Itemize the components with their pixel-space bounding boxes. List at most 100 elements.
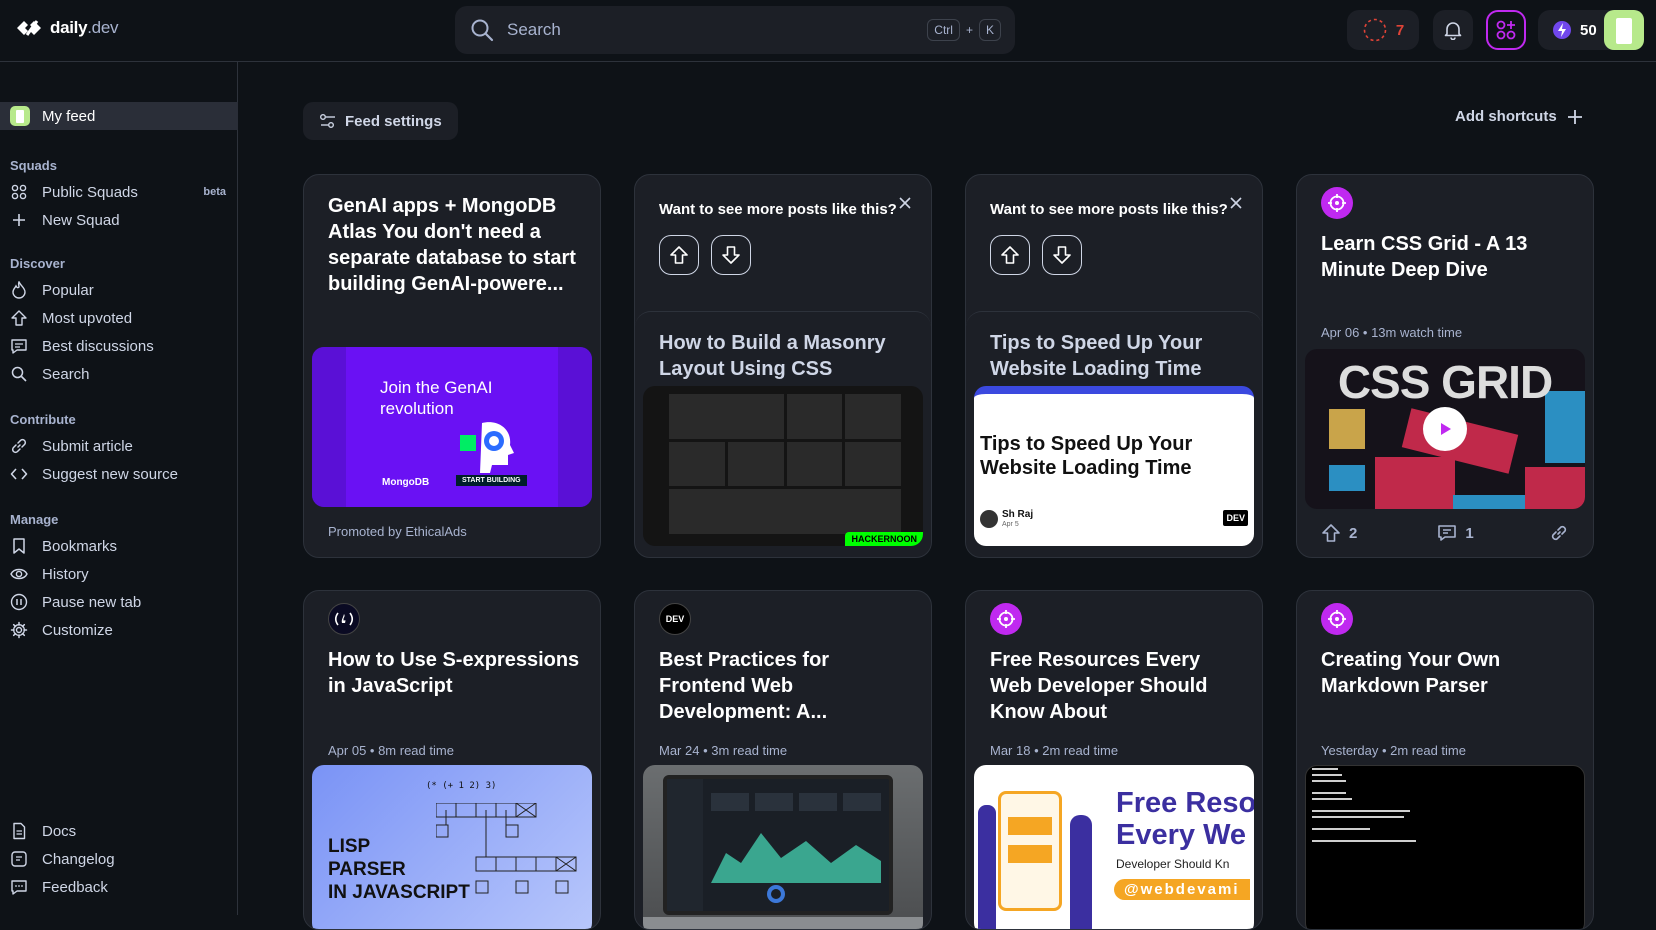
sliders-icon xyxy=(320,114,335,128)
sidebar-item-feedback[interactable]: Feedback xyxy=(0,873,238,901)
notifications-button[interactable] xyxy=(1433,10,1473,50)
sidebar-item-label: Search xyxy=(42,365,90,383)
upvote-button[interactable] xyxy=(659,235,699,275)
sidebar-item-customize[interactable]: Customize xyxy=(0,616,238,644)
add-shortcuts-button[interactable]: Add shortcuts xyxy=(1455,108,1583,125)
section-title-contribute: Contribute xyxy=(10,412,76,427)
ai-head-icon xyxy=(460,422,514,473)
more-posts-question: Want to see more posts like this? xyxy=(990,201,1228,218)
sidebar-item-label: Feedback xyxy=(42,878,108,896)
thumb-line-1: Free Reso xyxy=(1116,787,1254,819)
sidebar-item-most-upvoted[interactable]: Most upvoted xyxy=(0,304,238,332)
search-placeholder: Search xyxy=(507,20,561,39)
grid-plus-icon xyxy=(1496,20,1516,40)
dev-source-icon: DEV xyxy=(659,603,691,635)
search-bar[interactable]: Search Ctrl + K xyxy=(455,6,1015,54)
sidebar-item-search[interactable]: Search xyxy=(0,360,238,388)
freecodecamp-icon xyxy=(328,603,360,635)
sidebar-item-label: Most upvoted xyxy=(42,309,133,327)
close-icon[interactable] xyxy=(1228,195,1244,211)
post-card-free-resources[interactable]: Free Resources Every Web Developer Shoul… xyxy=(965,590,1263,930)
sidebar-item-label: History xyxy=(42,565,89,583)
post-meta: Mar 24 • 3m read time xyxy=(659,743,788,758)
flame-icon xyxy=(10,281,28,299)
copy-link-action[interactable] xyxy=(1549,523,1569,543)
post-card-tips[interactable]: Tips to Speed Up Your Website Loading Ti… xyxy=(966,311,1262,557)
section-title-discover: Discover xyxy=(10,256,65,271)
sidebar-item-public-squads[interactable]: Public Squads beta xyxy=(0,178,238,206)
daily-dev-logo[interactable]: daily.dev xyxy=(14,17,118,39)
upvote-action[interactable]: 2 xyxy=(1321,523,1357,543)
code-icon xyxy=(10,465,28,483)
sidebar-item-suggest-source[interactable]: Suggest new source xyxy=(0,460,238,488)
post-title: Tips to Speed Up Your Website Loading Ti… xyxy=(990,332,1203,380)
post-meta: Apr 05 • 8m read time xyxy=(328,743,454,758)
logo-suffix: .dev xyxy=(87,18,119,37)
beta-badge: beta xyxy=(203,186,226,198)
reputation-bolt-icon xyxy=(1553,21,1571,39)
sidebar-item-label: Popular xyxy=(42,281,94,299)
post-title: Creating Your Own Markdown Parser xyxy=(1321,649,1501,697)
upvote-button[interactable] xyxy=(990,235,1030,275)
sidebar-item-label: Bookmarks xyxy=(42,537,118,555)
shortcut-plus: + xyxy=(965,23,973,37)
feedback-icon xyxy=(10,878,28,896)
sidebar-item-bookmarks[interactable]: Bookmarks xyxy=(0,532,238,560)
close-icon[interactable] xyxy=(897,195,913,211)
post-card-markdown-parser[interactable]: Creating Your Own Markdown Parser Yester… xyxy=(1296,590,1594,930)
sidebar-item-new-squad[interactable]: New Squad xyxy=(0,206,238,234)
sidebar-item-label: Changelog xyxy=(42,850,115,868)
reputation-button[interactable]: 50 xyxy=(1538,10,1644,50)
downvote-button[interactable] xyxy=(711,235,751,275)
sidebar-item-history[interactable]: History xyxy=(0,560,238,588)
sidebar-item-my-feed[interactable]: My feed xyxy=(0,102,238,130)
squads-button[interactable] xyxy=(1486,10,1526,50)
post-thumbnail: Free Reso Every We Developer Should Kn @… xyxy=(974,765,1254,929)
plus-icon xyxy=(10,211,28,229)
sidebar-item-docs[interactable]: Docs xyxy=(0,817,238,845)
feed-settings-button[interactable]: Feed settings xyxy=(303,102,458,140)
post-title: Learn CSS Grid - A 13 Minute Deep Dive xyxy=(1321,233,1528,281)
thumb-handle: @webdevami xyxy=(1114,879,1250,900)
logo-name: daily xyxy=(50,18,88,37)
search-icon xyxy=(10,365,28,383)
post-thumbnail xyxy=(643,765,923,929)
pause-icon xyxy=(10,593,28,611)
docs-icon xyxy=(10,822,28,840)
reading-streak-button[interactable]: 7 xyxy=(1347,10,1419,50)
feed-settings-label: Feed settings xyxy=(345,112,442,130)
post-thumbnail: (* (+ 1 2) 3) LISP PARSER IN JAVASCRIPT xyxy=(312,765,592,929)
thumb-subtitle: Developer Should Kn xyxy=(1116,857,1230,871)
sidebar-item-submit-article[interactable]: Submit article xyxy=(0,432,238,460)
user-avatar[interactable] xyxy=(1604,10,1644,50)
post-card-css-grid[interactable]: Learn CSS Grid - A 13 Minute Deep Dive A… xyxy=(1296,174,1594,558)
sidebar-item-label: Public Squads xyxy=(42,183,138,201)
dev-badge: DEV xyxy=(1223,510,1248,526)
sidebar-item-label: Best discussions xyxy=(42,337,154,355)
post-card-s-expressions[interactable]: How to Use S-expressions in JavaScript A… xyxy=(303,590,601,930)
sidebar-item-pause-tab[interactable]: Pause new tab xyxy=(0,588,238,616)
sidebar-item-label: Docs xyxy=(42,822,77,840)
comment-action[interactable]: 1 xyxy=(1437,523,1474,543)
post-card-best-practices[interactable]: DEV Best Practices for Frontend Web Deve… xyxy=(634,590,932,930)
discussion-icon xyxy=(10,337,28,355)
downvote-icon xyxy=(1053,246,1071,264)
upvote-icon xyxy=(1001,246,1019,264)
thumb-code: (* (+ 1 2) 3) xyxy=(426,781,497,791)
section-title-manage: Manage xyxy=(10,512,59,527)
promoted-post-card[interactable]: GenAI apps + MongoDB Atlas You don't nee… xyxy=(303,174,601,558)
upvote-icon xyxy=(670,246,688,264)
play-icon xyxy=(1441,423,1451,435)
play-button[interactable] xyxy=(1423,407,1467,451)
post-title: GenAI apps + MongoDB Atlas You don't nee… xyxy=(328,195,576,295)
post-card-masonry[interactable]: How to Build a Masonry Layout Using CSS … xyxy=(635,311,931,557)
downvote-button[interactable] xyxy=(1042,235,1082,275)
sidebar-item-popular[interactable]: Popular xyxy=(0,276,238,304)
sidebar-item-best-discussions[interactable]: Best discussions xyxy=(0,332,238,360)
squads-icon xyxy=(10,183,28,201)
ad-cta: START BUILDING xyxy=(456,475,527,486)
feedback-card: Want to see more posts like this? How to… xyxy=(634,174,932,558)
sidebar-item-changelog[interactable]: Changelog xyxy=(0,845,238,873)
sidebar-item-label: New Squad xyxy=(42,211,120,229)
ad-headline: Join the GenAI revolution xyxy=(380,378,493,418)
